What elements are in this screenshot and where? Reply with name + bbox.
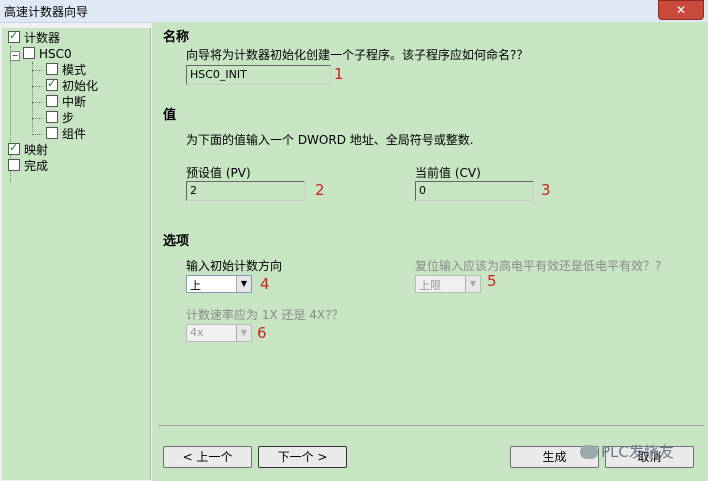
marker-6: 6 [257, 324, 267, 342]
current-value-input[interactable]: 0 [415, 181, 534, 201]
value-section-title: 值 [163, 108, 177, 123]
tree-item-init[interactable]: 初始化 [46, 76, 99, 94]
checkbox-checked-icon [8, 140, 20, 156]
tree-item-interrupt[interactable]: 中断 [46, 94, 86, 110]
checkbox-checked-icon [8, 28, 20, 44]
options-section-title: 选项 [163, 234, 190, 249]
dropdown-arrow-icon[interactable]: ▼ [236, 276, 251, 292]
reset-level-select: 上限 ▼ [415, 275, 481, 293]
preset-value-input[interactable]: 2 [186, 181, 305, 201]
wizard-content-panel [152, 22, 708, 481]
marker-2: 2 [315, 181, 325, 199]
count-rate-label: 计数速率应为 1X 还是 4X?？ [186, 308, 344, 322]
checkbox-unchecked-icon [46, 111, 58, 123]
button-separator [158, 425, 704, 426]
direction-select-value: 上 [190, 279, 201, 292]
collapse-icon[interactable]: − [10, 51, 20, 61]
checkbox-checked-icon [46, 76, 58, 92]
preset-value-label: 预设值 (PV) [186, 166, 251, 180]
close-button[interactable]: ✕ [658, 0, 704, 20]
dropdown-arrow-icon: ▼ [465, 276, 480, 292]
tree-item-label: 计数器 [24, 31, 61, 45]
reset-level-select-value: 上限 [419, 279, 441, 292]
direction-select[interactable]: 上 ▼ [186, 275, 252, 293]
tree-item-label: 中断 [62, 95, 87, 109]
count-rate-select-value: 4x [190, 326, 204, 339]
tree-item-label: HSC0 [39, 47, 72, 61]
marker-1: 1 [334, 65, 344, 83]
value-prompt: 为下面的值输入一个 DWORD 地址、全局符号或整数. [186, 133, 474, 147]
next-button[interactable]: 下一个 > [258, 446, 347, 468]
checkbox-unchecked-icon [46, 127, 58, 139]
tree-item-label: 模式 [62, 63, 87, 77]
wizard-window: 高速计数器向导 ✕ 计数器 − HSC0 模式 初始化 中断 步 组件 [0, 0, 708, 481]
checkbox-unchecked-icon [46, 63, 58, 75]
tree-item-label: 步 [62, 111, 75, 125]
name-section-title: 名称 [163, 30, 190, 45]
marker-5: 5 [487, 272, 497, 290]
subroutine-name-input[interactable]: HSC0_INIT [186, 65, 331, 85]
tree-item-label: 组件 [62, 127, 87, 141]
watermark: PLC发烧友 [580, 441, 674, 462]
tree-item-mapping[interactable]: 映射 [8, 140, 49, 158]
marker-3: 3 [541, 181, 551, 199]
marker-4: 4 [260, 275, 270, 293]
title-bar: 高速计数器向导 ✕ [0, 0, 708, 23]
reset-level-label: 复位输入应该为高电平有效还是低电平有效？? [415, 259, 662, 273]
tree-item-counter[interactable]: 计数器 [8, 28, 61, 46]
checkbox-unchecked-icon [23, 47, 35, 59]
tree-item-label: 初始化 [62, 79, 99, 93]
tree-item-label: 完成 [24, 159, 49, 173]
wechat-icon [580, 445, 598, 459]
name-prompt: 向导将为计数器初始化创建一个子程序。该子程序应如何命名?？ [186, 48, 529, 62]
tree-item-label: 映射 [24, 143, 49, 157]
tree-item-component[interactable]: 组件 [46, 126, 86, 142]
tree-item-hsc0[interactable]: − HSC0 [10, 46, 72, 62]
tree-item-finish[interactable]: 完成 [8, 158, 48, 174]
checkbox-unchecked-icon [8, 159, 20, 171]
watermark-text: PLC发烧友 [601, 443, 674, 461]
window-title: 高速计数器向导 [4, 5, 89, 19]
prev-button[interactable]: < 上一个 [163, 446, 252, 468]
tree-item-step[interactable]: 步 [46, 110, 74, 126]
wizard-step-tree: 计数器 − HSC0 模式 初始化 中断 步 组件 映射 完成 [2, 28, 151, 480]
count-rate-select: 4x ▼ [186, 324, 252, 342]
current-value-label: 当前值 (CV) [415, 166, 481, 180]
dropdown-arrow-icon: ▼ [236, 325, 251, 341]
checkbox-unchecked-icon [46, 95, 58, 107]
direction-label: 输入初始计数方向 [186, 259, 283, 273]
